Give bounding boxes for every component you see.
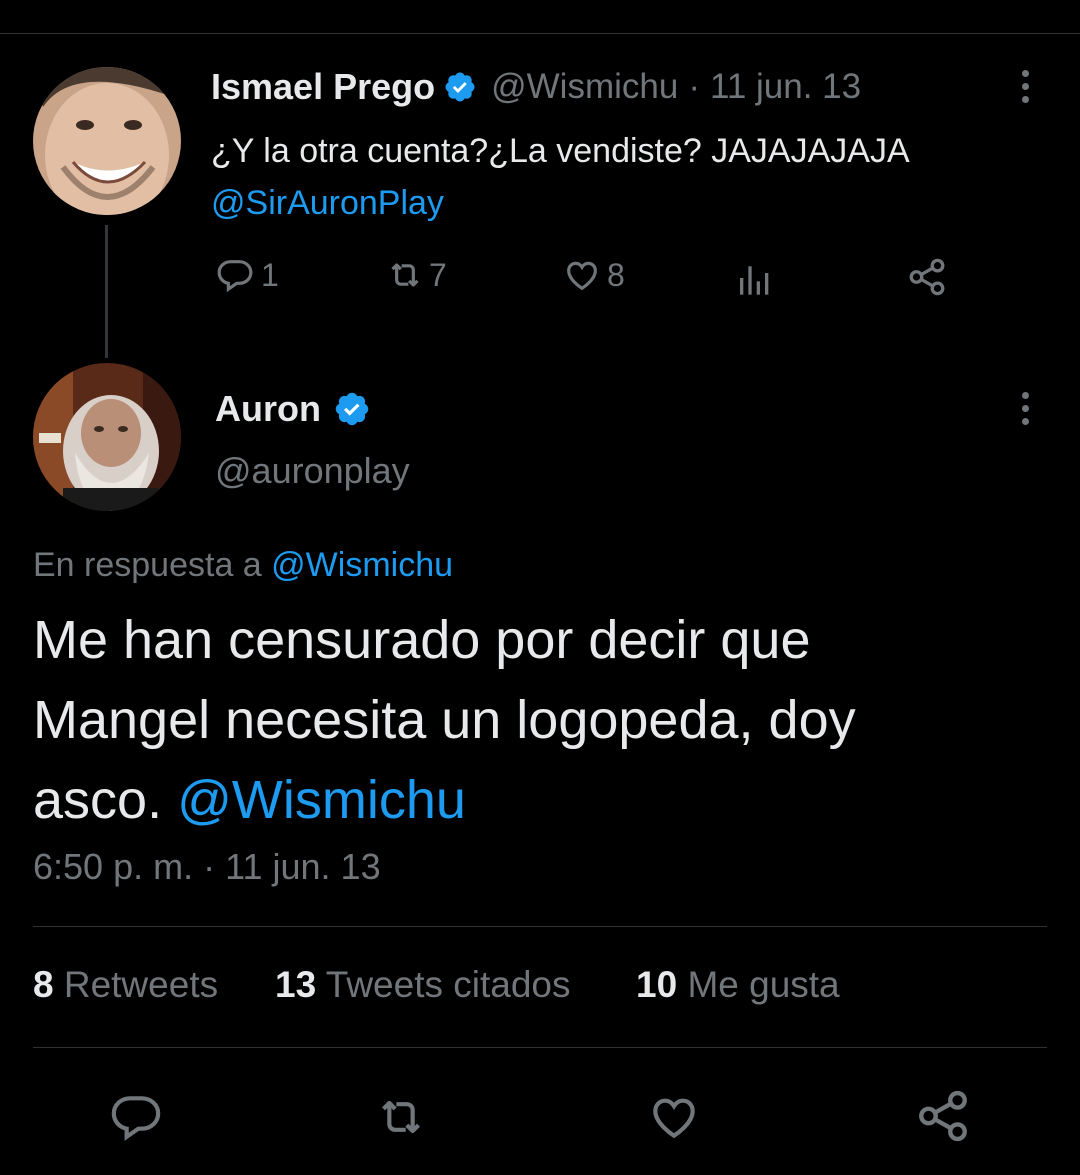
quotes-count: 13 [275, 964, 317, 1005]
tweet-text-line: Mangel necesita un logopeda, doy [33, 690, 856, 750]
tweet-text: ¿Y la otra cuenta?¿La vendiste? JAJAJAJA… [211, 125, 1051, 229]
display-name[interactable]: Ismael Prego [211, 66, 435, 108]
handle[interactable]: @auronplay [215, 450, 410, 492]
likes-label: Me gusta [687, 964, 840, 1005]
reply-count: 1 [261, 256, 279, 293]
share-icon [909, 258, 945, 296]
heart-icon [653, 1098, 695, 1139]
tweet-date[interactable]: 11 jun. 13 [710, 67, 861, 107]
retweet-button[interactable]: 7 [383, 255, 447, 295]
share-icon [919, 1090, 967, 1142]
tweet-date: 11 jun. 13 [225, 846, 381, 887]
like-count: 8 [607, 256, 625, 293]
quotes-label: Tweets citados [325, 964, 571, 1005]
heart-icon [567, 261, 597, 291]
retweet-count: 7 [429, 256, 447, 293]
reply-prefix: En respuesta a [33, 546, 262, 584]
reply-button[interactable] [108, 1089, 164, 1145]
timestamp[interactable]: 6:50 p. m. · 11 jun. 13 [33, 846, 381, 888]
tweet-text-line: asco. @Wismichu [33, 760, 1053, 840]
analytics-button[interactable] [735, 258, 775, 298]
retweet-icon [382, 1100, 420, 1134]
reply-button[interactable]: 1 [215, 255, 279, 295]
mention-link[interactable]: @SirAuronPlay [211, 177, 1051, 229]
reply-context: En respuesta a @Wismichu [33, 546, 453, 585]
more-options-icon[interactable] [1021, 392, 1031, 431]
tweet-text-line: Me han censurado por decir que [33, 610, 811, 670]
separator: · [688, 67, 700, 106]
tweet-text-body: ¿Y la otra cuenta?¿La vendiste? JAJAJAJA… [211, 132, 910, 170]
tweet-text-end: asco. [33, 770, 163, 830]
avatar[interactable] [33, 363, 181, 511]
retweet-button[interactable] [370, 1089, 432, 1145]
more-options-icon[interactable] [1021, 70, 1031, 109]
divider [33, 926, 1047, 927]
divider [33, 1047, 1047, 1048]
separator: · [203, 846, 216, 887]
tweet-time: 6:50 p. m. [33, 846, 194, 887]
analytics-icon [740, 266, 769, 295]
display-name[interactable]: Auron [215, 388, 321, 430]
quotes-stat[interactable]: 13 Tweets citados [275, 964, 571, 1006]
verified-badge-icon [443, 70, 477, 104]
tweet-header: Auron [215, 388, 371, 430]
likes-stat[interactable]: 10 Me gusta [636, 964, 840, 1006]
like-button[interactable]: 8 [561, 255, 625, 295]
reply-icon [217, 260, 253, 293]
verified-badge-icon [333, 390, 371, 428]
retweet-icon [391, 263, 419, 287]
top-divider [0, 33, 1080, 34]
likes-count: 10 [636, 964, 678, 1005]
share-button[interactable] [906, 256, 948, 298]
share-button[interactable] [914, 1087, 972, 1145]
like-button[interactable] [645, 1089, 703, 1145]
reply-to-link[interactable]: @Wismichu [271, 546, 453, 584]
retweets-label: Retweets [63, 964, 219, 1005]
avatar[interactable] [33, 67, 181, 215]
retweets-count: 8 [33, 964, 54, 1005]
handle[interactable]: @Wismichu [491, 67, 678, 107]
thread-line [105, 225, 108, 358]
mention-link[interactable]: @Wismichu [177, 770, 466, 830]
tweet-text: Me han censurado por decir que Mangel ne… [33, 600, 1053, 840]
tweet-header: Ismael Prego @Wismichu · 11 jun. 13 [211, 66, 861, 108]
reply-icon [111, 1096, 161, 1141]
retweets-stat[interactable]: 8 Retweets [33, 964, 218, 1006]
